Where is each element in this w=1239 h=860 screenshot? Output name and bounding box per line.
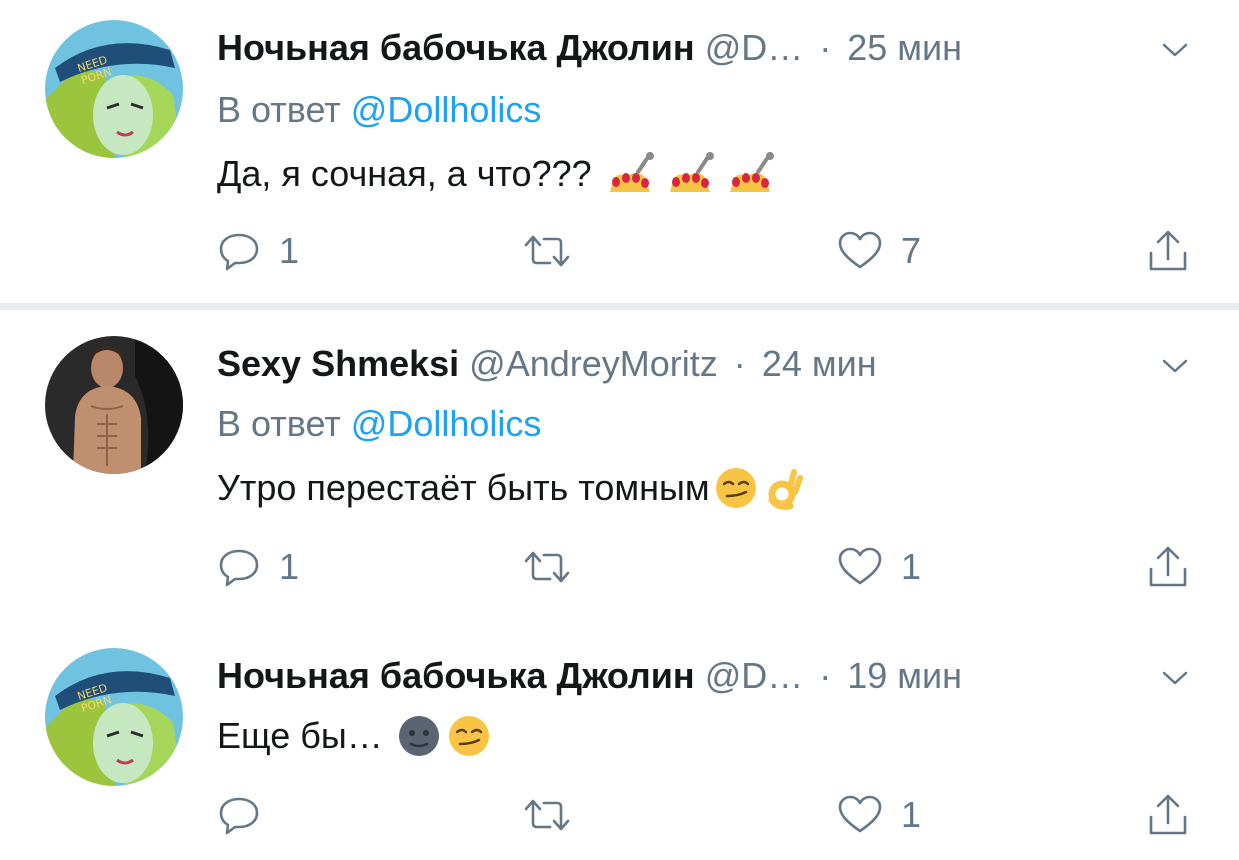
retweet-button[interactable]	[522, 226, 590, 276]
reply-count: 1	[279, 230, 300, 271]
nail-polish-icon	[729, 152, 774, 192]
retweet-button[interactable]	[522, 790, 590, 840]
tweet-separator	[0, 303, 1239, 310]
tweet-text-content: Утро перестаёт быть томным	[217, 467, 710, 508]
smirking-face-icon	[448, 716, 489, 756]
share-button[interactable]	[1147, 542, 1189, 592]
timestamp[interactable]: 25 мин	[847, 27, 962, 68]
tweet-actions: 1 1	[217, 542, 1207, 592]
like-button[interactable]: 1	[837, 790, 921, 840]
tweet-text: Еще бы…	[217, 714, 491, 758]
heart-outline-icon	[838, 231, 882, 269]
like-count: 7	[901, 230, 922, 271]
tweet-text: Утро перестаёт быть томным	[217, 466, 804, 510]
reply-button[interactable]: 1	[217, 226, 299, 276]
retweet-arrows-icon	[524, 799, 570, 831]
retweet-button[interactable]	[522, 542, 590, 592]
nail-polish-icon	[609, 152, 654, 192]
like-count: 1	[901, 794, 922, 835]
timestamp[interactable]: 24 мин	[762, 343, 877, 384]
user-handle[interactable]: @D…	[705, 27, 804, 68]
new-moon-face-icon	[398, 716, 439, 756]
smirking-face-icon	[715, 468, 756, 508]
reply-button[interactable]	[217, 790, 279, 840]
tweet[interactable]: Sexy Shmeksi @AndreyMoritz · 24 мин В от…	[0, 310, 1239, 630]
reply-prefix: В ответ	[217, 89, 341, 130]
share-upload-icon	[1149, 794, 1187, 835]
reply-prefix: В ответ	[217, 403, 341, 444]
mention-link[interactable]: @Dollholics	[351, 89, 542, 130]
retweet-arrows-icon	[524, 235, 570, 267]
reply-button[interactable]: 1	[217, 542, 299, 592]
share-button[interactable]	[1147, 790, 1189, 840]
separator-dot: ·	[733, 343, 746, 384]
ok-hand-icon	[768, 469, 803, 510]
tweet-text-content: Да, я сочная, а что???	[217, 153, 592, 194]
heart-outline-icon	[838, 547, 882, 585]
tweet-header: Ночьная бабочька Джолин @D… · 19 мин	[217, 654, 962, 698]
tweet-header: Ночьная бабочька Джолин @D… · 25 мин	[217, 26, 962, 70]
tweet-text: Да, я сочная, а что???	[217, 152, 780, 196]
separator-dot: ·	[819, 27, 832, 68]
speech-bubble-icon	[219, 797, 259, 835]
like-button[interactable]: 7	[837, 226, 921, 276]
heart-outline-icon	[838, 795, 882, 833]
display-name[interactable]: Sexy Shmeksi	[217, 343, 459, 384]
avatar[interactable]	[45, 336, 183, 474]
nail-polish-icon	[669, 152, 714, 192]
like-count: 1	[901, 546, 922, 587]
avatar[interactable]: NEED PORN	[45, 648, 183, 786]
user-handle[interactable]: @D…	[705, 655, 804, 696]
retweet-arrows-icon	[524, 551, 570, 583]
chevron-down-icon[interactable]	[1160, 40, 1190, 60]
tweet-actions: 1	[217, 790, 1207, 840]
chevron-down-icon[interactable]	[1160, 668, 1190, 688]
reply-context: В ответ @Dollholics	[217, 402, 541, 446]
display-name[interactable]: Ночьная бабочька Джолин	[217, 27, 695, 68]
like-button[interactable]: 1	[837, 542, 921, 592]
tweet-actions: 1 7	[217, 226, 1207, 276]
share-upload-icon	[1149, 230, 1187, 271]
user-handle[interactable]: @AndreyMoritz	[469, 343, 718, 384]
reply-count: 1	[279, 546, 300, 587]
timestamp[interactable]: 19 мин	[847, 655, 962, 696]
mention-link[interactable]: @Dollholics	[351, 403, 542, 444]
share-upload-icon	[1149, 546, 1187, 587]
speech-bubble-icon	[219, 233, 259, 271]
chevron-down-icon[interactable]	[1160, 356, 1190, 376]
share-button[interactable]	[1147, 226, 1189, 276]
tweet[interactable]: NEED PORN Ночьная бабочька Джолин @D… · …	[0, 630, 1239, 860]
tweet-header: Sexy Shmeksi @AndreyMoritz · 24 мин	[217, 342, 877, 386]
display-name[interactable]: Ночьная бабочька Джолин	[217, 655, 695, 696]
speech-bubble-icon	[219, 549, 259, 587]
tweet-text-content: Еще бы…	[217, 715, 383, 756]
avatar[interactable]: NEED PORN	[45, 20, 183, 158]
reply-context: В ответ @Dollholics	[217, 88, 541, 132]
separator-dot: ·	[819, 655, 832, 696]
tweet[interactable]: NEED PORN Ночьная бабочька Джолин @D… · …	[0, 0, 1239, 303]
